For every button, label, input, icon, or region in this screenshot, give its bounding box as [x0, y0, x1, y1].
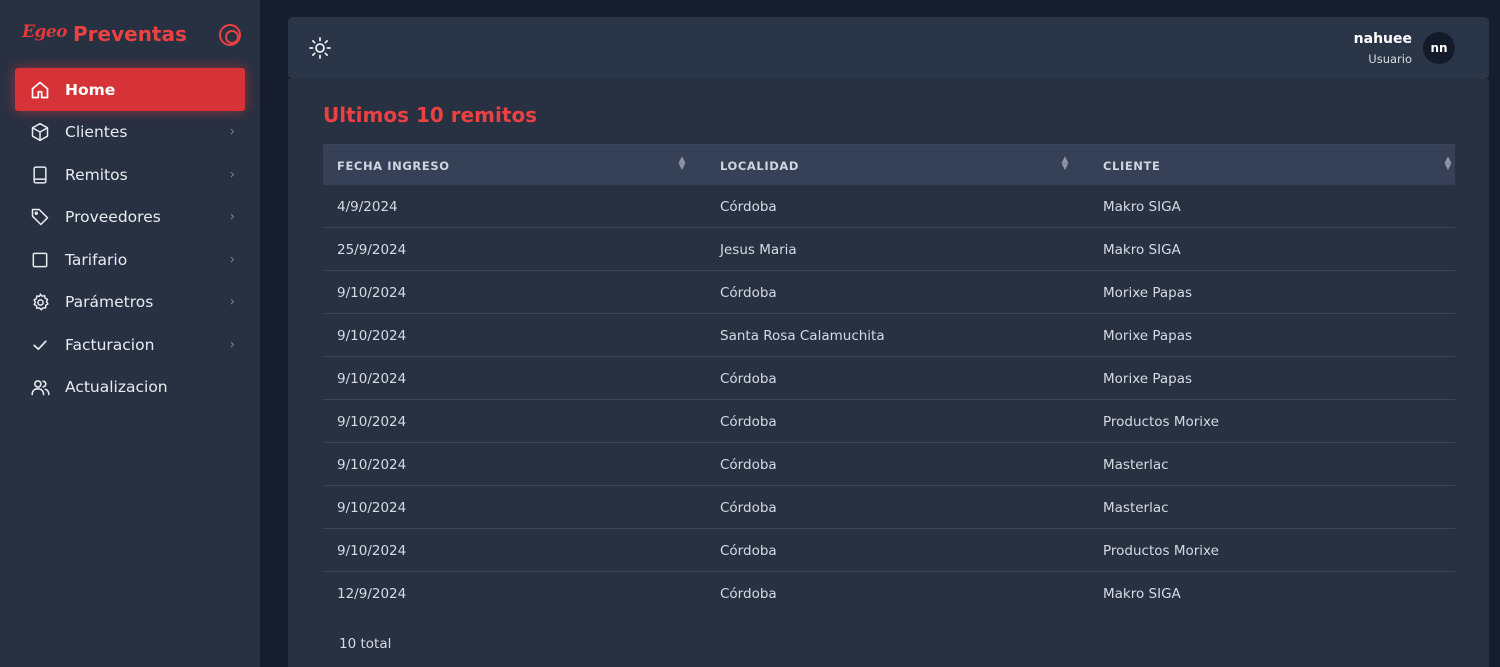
- cell-fecha: 9/10/2024: [337, 499, 407, 516]
- sidebar-item-facturacion[interactable]: Facturacion ›: [15, 324, 245, 367]
- sort-icon[interactable]: ▲ ▼: [677, 156, 687, 173]
- check-icon: [29, 334, 51, 356]
- sidebar-toggle-icon[interactable]: [219, 24, 241, 46]
- cell-cliente: Morixe Papas: [1103, 284, 1193, 301]
- chevron-right-icon: ›: [229, 209, 235, 225]
- sidebar-item-tarifario[interactable]: Tarifario ›: [15, 239, 245, 282]
- chevron-right-icon: ›: [229, 294, 235, 310]
- cell-fecha: 9/10/2024: [337, 327, 407, 344]
- cell-fecha: 25/9/2024: [337, 241, 407, 258]
- cell-localidad: Córdoba: [720, 499, 777, 516]
- cell-fecha: 4/9/2024: [337, 198, 398, 215]
- sidebar-nav: Home Clientes › Remitos › Proveedores › …: [15, 68, 245, 409]
- brand-logo: Egeo: [22, 22, 68, 42]
- column-header-fecha-ingreso[interactable]: FECHA INGRESO: [323, 145, 706, 186]
- table-total: 10 total: [339, 636, 392, 652]
- brand-title: Preventas: [73, 22, 187, 46]
- sort-icon[interactable]: ▲ ▼: [1060, 156, 1070, 173]
- sort-icon[interactable]: ▲ ▼: [1443, 156, 1453, 173]
- cell-fecha: 9/10/2024: [337, 542, 407, 559]
- sidebar-item-remitos[interactable]: Remitos ›: [15, 154, 245, 197]
- sidebar-item-label: Actualizacion: [65, 378, 168, 397]
- sidebar-item-label: Remitos: [65, 165, 128, 184]
- table-row[interactable]: 4/9/2024 Córdoba Makro SIGA: [323, 185, 1455, 228]
- cell-localidad: Córdoba: [720, 413, 777, 430]
- sun-icon[interactable]: [308, 36, 332, 60]
- sidebar-item-actualizacion[interactable]: Actualizacion: [15, 366, 245, 409]
- chevron-right-icon: ›: [229, 167, 235, 183]
- chevron-right-icon: ›: [229, 124, 235, 140]
- cell-localidad: Córdoba: [720, 585, 777, 602]
- table-row[interactable]: 9/10/2024 Santa Rosa Calamuchita Morixe …: [323, 314, 1455, 357]
- sidebar-item-label: Tarifario: [65, 250, 128, 269]
- book-icon: [29, 164, 51, 186]
- cell-localidad: Córdoba: [720, 456, 777, 473]
- cell-localidad: Córdoba: [720, 542, 777, 559]
- cell-fecha: 9/10/2024: [337, 370, 407, 387]
- cell-cliente: Productos Morixe: [1103, 542, 1219, 559]
- table-row[interactable]: 9/10/2024 Córdoba Productos Morixe: [323, 400, 1455, 443]
- sidebar-item-label: Home: [65, 80, 116, 99]
- avatar[interactable]: nn: [1423, 32, 1455, 64]
- cell-cliente: Makro SIGA: [1103, 198, 1181, 215]
- sidebar-item-home[interactable]: Home: [15, 68, 245, 111]
- cell-cliente: Makro SIGA: [1103, 585, 1181, 602]
- cell-cliente: Makro SIGA: [1103, 241, 1181, 258]
- home-icon: [29, 79, 51, 101]
- top-bar: nahuee Usuario nn: [288, 17, 1489, 79]
- user-role: Usuario: [1368, 52, 1412, 66]
- cell-fecha: 9/10/2024: [337, 284, 407, 301]
- sidebar-item-label: Clientes: [65, 123, 128, 142]
- box-icon: [29, 121, 51, 143]
- sidebar-item-label: Parámetros: [65, 293, 154, 312]
- users-icon: [29, 376, 51, 398]
- gear-icon: [29, 291, 51, 313]
- user-name: nahuee: [1353, 31, 1412, 47]
- table-row[interactable]: 25/9/2024 Jesus Maria Makro SIGA: [323, 228, 1455, 271]
- cell-localidad: Córdoba: [720, 370, 777, 387]
- cell-fecha: 12/9/2024: [337, 585, 407, 602]
- page-title: Ultimos 10 remitos: [323, 103, 538, 127]
- column-header-cliente[interactable]: CLIENTE: [1089, 145, 1455, 186]
- cell-localidad: Jesus Maria: [720, 241, 797, 258]
- cell-cliente: Morixe Papas: [1103, 370, 1193, 387]
- column-header-label: CLIENTE: [1103, 158, 1161, 173]
- table-row[interactable]: 9/10/2024 Córdoba Masterlac: [323, 443, 1455, 486]
- table-header: FECHA INGRESO ▲ ▼ LOCALIDAD ▲ ▼ CLIENTE ▲ ▼: [323, 144, 1455, 185]
- table-row[interactable]: 12/9/2024 Córdoba Makro SIGA: [323, 572, 1455, 615]
- sidebar-item-parametros[interactable]: Parámetros ›: [15, 281, 245, 324]
- chevron-right-icon: ›: [229, 252, 235, 268]
- tag-icon: [29, 206, 51, 228]
- column-header-label: LOCALIDAD: [720, 158, 800, 173]
- main-content: Ultimos 10 remitos FECHA INGRESO ▲ ▼ LOCA…: [288, 79, 1489, 667]
- cell-localidad: Córdoba: [720, 284, 777, 301]
- app-root: Egeo Preventas Home Clientes › Remitos ›…: [0, 0, 1500, 667]
- chevron-right-icon: ›: [229, 337, 235, 353]
- cell-localidad: Córdoba: [720, 198, 777, 215]
- column-header-label: FECHA INGRESO: [337, 158, 450, 173]
- sidebar-item-clientes[interactable]: Clientes ›: [15, 111, 245, 154]
- sidebar-item-proveedores[interactable]: Proveedores ›: [15, 196, 245, 239]
- column-header-localidad[interactable]: LOCALIDAD: [706, 145, 1089, 186]
- cell-cliente: Morixe Papas: [1103, 327, 1193, 344]
- cell-cliente: Masterlac: [1103, 499, 1169, 516]
- cell-fecha: 9/10/2024: [337, 456, 407, 473]
- table-row[interactable]: 9/10/2024 Córdoba Morixe Papas: [323, 357, 1455, 400]
- sidebar-item-label: Proveedores: [65, 208, 161, 227]
- table-row[interactable]: 9/10/2024 Córdoba Productos Morixe: [323, 529, 1455, 572]
- table-row[interactable]: 9/10/2024 Córdoba Morixe Papas: [323, 271, 1455, 314]
- table-body: 4/9/2024 Córdoba Makro SIGA 25/9/2024 Je…: [323, 185, 1455, 615]
- sidebar-item-label: Facturacion: [65, 335, 155, 354]
- cell-fecha: 9/10/2024: [337, 413, 407, 430]
- brand: Egeo Preventas: [22, 20, 246, 50]
- sidebar: Egeo Preventas Home Clientes › Remitos ›…: [0, 0, 260, 667]
- remitos-table: FECHA INGRESO ▲ ▼ LOCALIDAD ▲ ▼ CLIENTE ▲ ▼…: [323, 144, 1455, 615]
- cell-cliente: Masterlac: [1103, 456, 1169, 473]
- table-row[interactable]: 9/10/2024 Córdoba Masterlac: [323, 486, 1455, 529]
- cell-cliente: Productos Morixe: [1103, 413, 1219, 430]
- square-icon: [29, 249, 51, 271]
- cell-localidad: Santa Rosa Calamuchita: [720, 327, 885, 344]
